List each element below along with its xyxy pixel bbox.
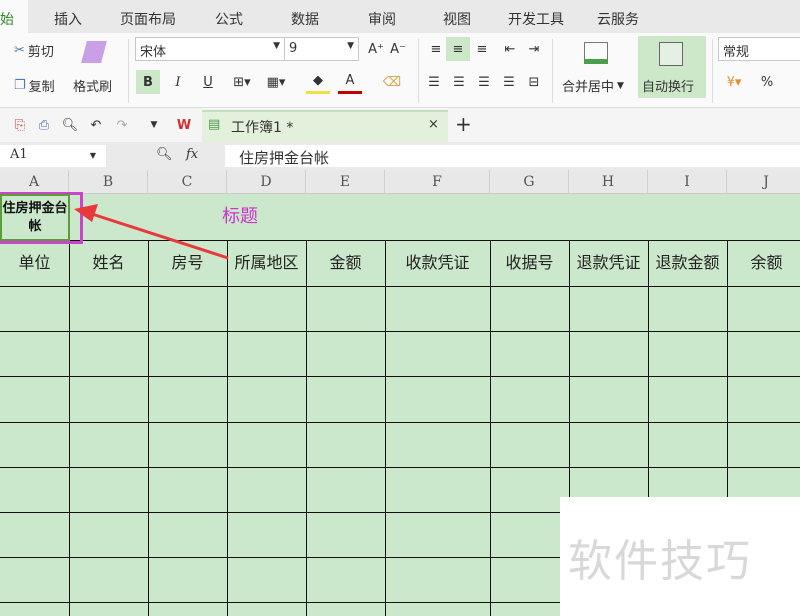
close-icon[interactable]: × <box>428 117 439 132</box>
watermark: 软件技巧 <box>560 497 800 616</box>
cell-style-icon[interactable]: ▦▾ <box>264 70 288 94</box>
tab-insert[interactable]: 插入 <box>54 9 82 29</box>
font-size-select[interactable]: 9 ▼ <box>284 37 359 61</box>
tab-home[interactable]: 始 <box>0 9 14 29</box>
underline-button[interactable]: U <box>196 70 220 94</box>
tab-data[interactable]: 数据 <box>291 9 319 29</box>
menu-bar: 始 插入 页面布局 公式 数据 审阅 视图 开发工具 云服务 <box>0 0 800 33</box>
tab-formulas[interactable]: 公式 <box>215 9 243 29</box>
clear-format-icon[interactable]: ⌫ <box>380 70 404 94</box>
print-icon[interactable]: ⎙ <box>32 113 56 137</box>
align-top-icon[interactable]: ≡ <box>424 37 448 61</box>
scissors-icon: ✂ <box>14 43 25 58</box>
redo-icon[interactable]: ↷ <box>110 113 134 137</box>
formula-input[interactable]: 住房押金台帐 <box>225 145 800 167</box>
font-color-icon[interactable]: A <box>338 70 362 94</box>
increase-font-icon[interactable]: A⁺ <box>364 37 388 61</box>
tab-view[interactable]: 视图 <box>443 9 471 29</box>
align-right-icon[interactable]: ☰ <box>472 70 496 94</box>
increase-indent-icon[interactable]: ⇥ <box>522 37 546 61</box>
name-box[interactable]: A1 ▼ <box>0 145 106 167</box>
font-select[interactable]: 宋体 ▼ <box>135 37 285 61</box>
spreadsheet-icon: ▤ <box>208 117 221 132</box>
chevron-down-icon: ▼ <box>347 41 354 51</box>
fill-color-icon[interactable]: ◆ <box>306 70 330 94</box>
zoom-icon[interactable]: 🔍︎ <box>156 147 173 162</box>
bold-button[interactable]: B <box>136 70 160 94</box>
distribute-icon[interactable]: ⊟ <box>522 70 546 94</box>
brush-icon <box>81 41 107 63</box>
justify-icon[interactable]: ☰ <box>497 70 521 94</box>
customize-dropdown-icon[interactable]: ▼ <box>142 113 166 137</box>
format-painter-button[interactable]: 格式刷 <box>73 76 112 95</box>
decrease-indent-icon[interactable]: ⇤ <box>498 37 522 61</box>
spreadsheet-grid[interactable]: A B C D E F G H I J 单位 姓名 房号 所属地区 金额 收款凭证 收据号 退款凭证 退款金额 余额住… <box>0 170 800 616</box>
undo-icon[interactable]: ↶ <box>84 113 108 137</box>
chevron-down-icon: ▼ <box>89 151 96 160</box>
formula-bar: A1 ▼ 🔍︎ fx 住房押金台帐 <box>0 142 800 170</box>
tab-cloud[interactable]: 云服务 <box>597 9 639 29</box>
copy-button[interactable]: ❐ 复制 <box>14 76 55 95</box>
cut-button[interactable]: ✂ 剪切 <box>14 41 54 60</box>
align-bottom-icon[interactable]: ≡ <box>470 37 494 61</box>
italic-button[interactable]: I <box>166 70 190 94</box>
borders-icon[interactable]: ⊞▾ <box>230 70 254 94</box>
percent-button[interactable]: % <box>755 70 779 94</box>
tab-review[interactable]: 审阅 <box>368 9 396 29</box>
fx-icon[interactable]: fx <box>186 147 198 162</box>
ribbon: ✂ 剪切 ❐ 复制 格式刷 宋体 ▼ 9 ▼ A⁺ A⁻ B I U ⊞▾ ▦▾ ◆ A… <box>0 33 800 108</box>
export-pdf-icon[interactable]: ⎘ <box>8 113 32 137</box>
tab-developer[interactable]: 开发工具 <box>508 9 564 29</box>
align-left-icon[interactable]: ☰ <box>422 70 446 94</box>
currency-icon[interactable]: ¥▾ <box>722 70 746 94</box>
wrap-text-icon <box>659 42 683 66</box>
number-format-select[interactable]: 常规 <box>718 37 800 61</box>
print-preview-icon[interactable]: 🔍︎ <box>58 113 82 137</box>
merge-center-button[interactable]: 合并居中 ▼ <box>562 76 624 95</box>
tab-page-layout[interactable]: 页面布局 <box>120 9 176 29</box>
wrap-text-button[interactable]: 自动换行 <box>638 36 706 98</box>
new-tab-icon[interactable]: + <box>455 112 472 136</box>
align-center-icon[interactable]: ☰ <box>447 70 471 94</box>
decrease-font-icon[interactable]: A⁻ <box>386 37 410 61</box>
wps-logo-icon: W <box>176 117 192 133</box>
align-middle-icon[interactable]: ≡ <box>446 37 470 61</box>
copy-icon: ❐ <box>14 78 26 93</box>
chevron-down-icon: ▼ <box>273 41 280 51</box>
document-tab[interactable]: ▤ 工作簿1 * × <box>202 110 448 142</box>
merge-center-icon <box>584 42 608 64</box>
